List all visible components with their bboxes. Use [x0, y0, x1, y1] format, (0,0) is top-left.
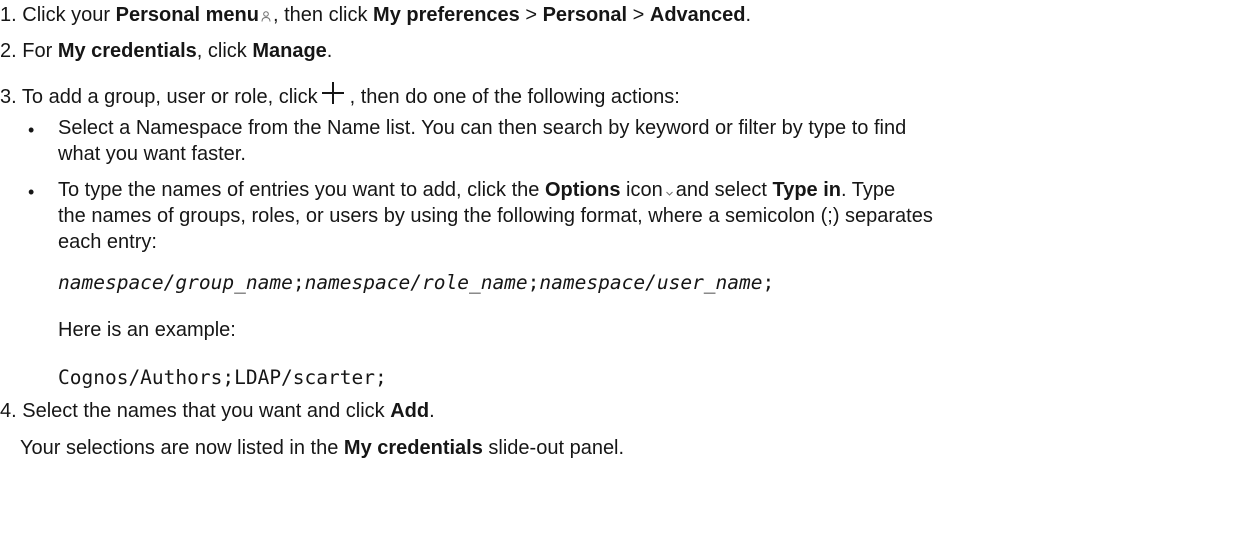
step-number: 3.: [0, 86, 17, 108]
step-3: 3. To add a group, user or role, click, …: [0, 82, 680, 109]
my-credentials-label: My credentials: [343, 437, 483, 459]
my-preferences-label: My preferences: [373, 4, 520, 26]
add-label: Add: [390, 400, 430, 422]
step-1: 1. Click your Personal menu, then click …: [0, 4, 752, 26]
step-text: Click your: [22, 4, 116, 26]
plus-icon: [321, 82, 344, 104]
my-credentials-label: My credentials: [57, 40, 197, 62]
step-2: 2. For My credentials, click Manage.: [0, 40, 333, 62]
type-in-label: Type in: [772, 179, 841, 201]
step-number: 4.: [0, 400, 17, 422]
example-code: Cognos/Authors;LDAP/scarter;: [58, 366, 387, 389]
personal-label: Personal: [542, 4, 628, 26]
step-number: 2.: [0, 40, 17, 62]
bullet-marker: •: [28, 182, 35, 202]
chevron-down-icon: [665, 185, 674, 200]
step-4: 4. Select the names that you want and cl…: [0, 400, 435, 422]
step-4-result: Your selections are now listed in the My…: [20, 437, 625, 459]
personal-menu-label: Personal menu: [115, 4, 259, 26]
bullet-marker: •: [28, 120, 35, 140]
person-icon: [261, 10, 271, 25]
options-label: Options: [544, 179, 621, 201]
step-number: 1.: [0, 4, 17, 26]
manage-label: Manage: [252, 40, 327, 62]
example-intro: Here is an example:: [58, 319, 236, 341]
format-code: namespace/group_name;namespace/role_name…: [58, 271, 775, 294]
advanced-label: Advanced: [649, 4, 746, 26]
